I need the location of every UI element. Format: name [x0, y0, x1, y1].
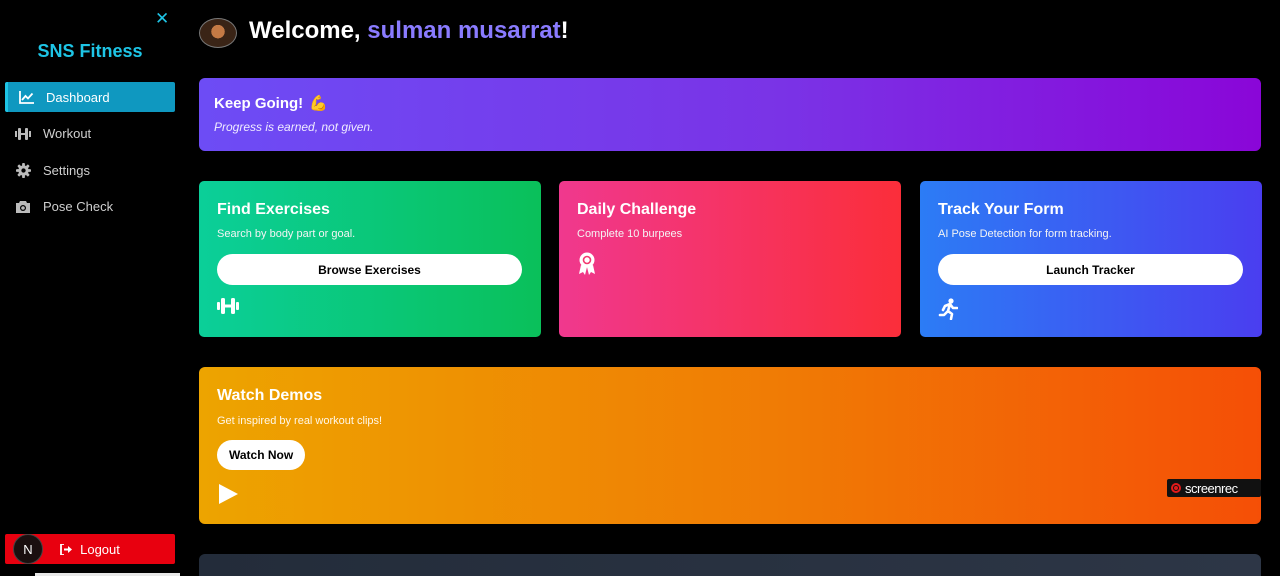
- daily-challenge-card: Daily Challenge Complete 10 burpees: [559, 181, 901, 337]
- sidebar-item-label: Dashboard: [46, 89, 110, 105]
- username: sulman musarrat: [367, 17, 561, 44]
- dumbbell-icon: [15, 126, 31, 142]
- avatar-badge: N: [13, 534, 43, 564]
- banner-title: Keep Going!: [214, 94, 304, 112]
- banner-title-row: Keep Going! 💪: [214, 94, 1246, 113]
- sidebar-item-label: Workout: [43, 126, 92, 141]
- sidebar-item-dashboard[interactable]: Dashboard: [5, 82, 175, 112]
- logout-label: Logout: [80, 541, 120, 557]
- card-subtitle: Search by body part or goal.: [217, 228, 356, 240]
- card-title: Daily Challenge: [577, 201, 697, 218]
- watermark-text: screenrec: [1185, 480, 1238, 496]
- dumbbell-icon: [217, 298, 239, 314]
- watch-now-button[interactable]: Watch Now: [217, 440, 306, 470]
- card-title: Watch Demos: [217, 387, 323, 404]
- sidebar: ✕ SNS Fitness Dashboard Workout Settings…: [0, 0, 185, 576]
- flexed-biceps-icon: 💪: [309, 95, 328, 112]
- welcome-suffix: !: [560, 17, 569, 44]
- next-section-panel: [199, 554, 1261, 576]
- card-title: Find Exercises: [217, 201, 330, 218]
- sidebar-item-pose-check[interactable]: Pose Check: [5, 192, 175, 222]
- page-title: Welcome, sulman musarrat!: [249, 17, 569, 45]
- sidebar-item-workout[interactable]: Workout: [5, 119, 175, 149]
- banner-subtitle: Progress is earned, not given.: [214, 120, 374, 134]
- play-icon: [217, 483, 1243, 510]
- find-exercises-card: Find Exercises Search by body part or go…: [199, 181, 541, 337]
- card-subtitle: Complete 10 burpees: [577, 228, 683, 240]
- close-icon[interactable]: ✕: [155, 10, 169, 27]
- record-icon: [1171, 483, 1181, 493]
- card-subtitle: AI Pose Detection for form tracking.: [938, 228, 1112, 240]
- sidebar-item-label: Settings: [43, 162, 90, 178]
- award-ribbon-icon: [577, 252, 597, 276]
- brand-title: SNS Fitness: [37, 41, 143, 61]
- sidebar-item-settings[interactable]: Settings: [5, 155, 175, 185]
- running-person-icon: [938, 298, 958, 320]
- watch-demos-card: Watch Demos Get inspired by real workout…: [199, 367, 1261, 524]
- motivation-banner: Keep Going! 💪 Progress is earned, not gi…: [199, 78, 1261, 151]
- card-title: Track Your Form: [938, 201, 1064, 218]
- card-subtitle: Get inspired by real workout clips!: [217, 415, 383, 427]
- sidebar-item-label: Pose Check: [43, 199, 114, 214]
- sidebar-nav: Dashboard Workout Settings Pose Check: [5, 82, 175, 228]
- sign-out-icon: [60, 543, 73, 555]
- gear-icon: [15, 162, 31, 178]
- track-form-card: Track Your Form AI Pose Detection for fo…: [920, 181, 1262, 337]
- welcome-prefix: Welcome,: [249, 17, 368, 44]
- camera-icon: [15, 199, 31, 215]
- avatar[interactable]: [199, 18, 237, 48]
- chart-line-icon: [18, 89, 34, 105]
- browse-exercises-button[interactable]: Browse Exercises: [217, 254, 522, 285]
- screenrec-watermark: screenrec: [1167, 479, 1261, 497]
- launch-tracker-button[interactable]: Launch Tracker: [938, 254, 1243, 285]
